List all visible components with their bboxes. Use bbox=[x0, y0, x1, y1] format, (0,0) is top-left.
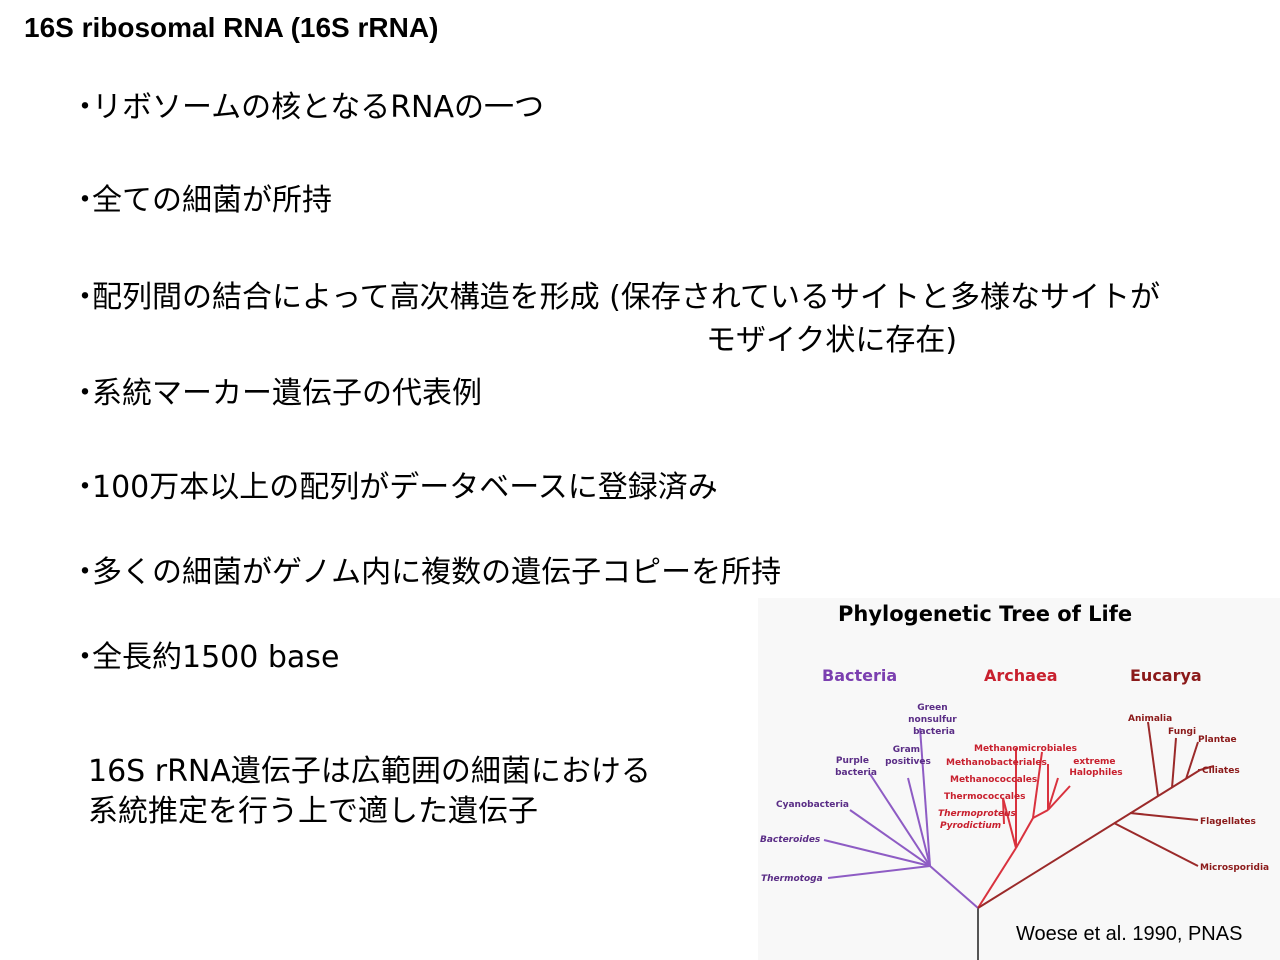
bullet-dot: ・ bbox=[70, 470, 100, 505]
taxon-label: Gram positives bbox=[885, 745, 931, 767]
taxon-label: Thermotoga bbox=[761, 874, 823, 884]
bullet-dot: ・ bbox=[70, 376, 100, 411]
bullet-item: ・全長約1500 base bbox=[70, 638, 339, 678]
taxon-label: Methanomicrobiales bbox=[974, 744, 1077, 754]
taxon-line: Purple bbox=[836, 756, 869, 766]
slide-title: 16S ribosomal RNA (16S rRNA) bbox=[24, 12, 439, 43]
bullet-item: ・全ての細菌が所持 bbox=[70, 181, 332, 221]
taxon-label: Ciliates bbox=[1202, 766, 1240, 776]
taxon-label: Fungi bbox=[1168, 727, 1196, 737]
conclusion-line: 16S rRNA遺伝子は広範囲の細菌における bbox=[88, 754, 651, 789]
taxon-label: Bacteroides bbox=[760, 835, 821, 845]
bullet-dot: ・ bbox=[70, 90, 100, 125]
taxon-label: Methanobacteriales bbox=[946, 758, 1047, 768]
taxon-label: Cyanobacteria bbox=[776, 800, 849, 810]
taxon-line: nonsulfur bbox=[908, 715, 957, 725]
bullet-continuation: モザイク状に存在) bbox=[706, 323, 958, 358]
bullet-text: 100万本以上の配列がデータベースに登録済み bbox=[92, 470, 718, 505]
bullet-dot: ・ bbox=[70, 280, 100, 315]
taxon-label: extreme Halophiles bbox=[1069, 757, 1122, 778]
bullet-text: 多くの細菌がゲノム内に複数の遺伝子コピーを所持 bbox=[92, 555, 782, 590]
bullet-item: ・100万本以上の配列がデータベースに登録済み bbox=[70, 468, 718, 508]
conclusion-line: 系統推定を行う上で適した遺伝子 bbox=[88, 794, 538, 829]
bullet-dot: ・ bbox=[70, 640, 100, 675]
bullet-item: ・多くの細菌がゲノム内に複数の遺伝子コピーを所持 bbox=[70, 553, 781, 593]
taxon-label: Thermococcales bbox=[944, 792, 1025, 802]
taxon-line: bacteria bbox=[835, 768, 877, 778]
citation: Woese et al. 1990, PNAS bbox=[1016, 923, 1243, 945]
bullet-dot: ・ bbox=[70, 183, 100, 218]
bullet-item: ・配列間の結合によって高次構造を形成 (保存されているサイトと多様なサイトが bbox=[70, 278, 1160, 318]
taxon-line: Gram bbox=[893, 745, 920, 755]
taxon-line: bacteria bbox=[913, 727, 955, 737]
taxon-label: Green nonsulfur bacteria bbox=[908, 703, 960, 737]
tree-diagram: Green nonsulfur bacteria Gram positives … bbox=[760, 703, 1269, 960]
taxon-line: positives bbox=[885, 757, 931, 767]
bullet-text: 全長約1500 base bbox=[92, 640, 340, 675]
bullet-item: ・系統マーカー遺伝子の代表例 bbox=[70, 374, 482, 414]
taxon-line: Halophiles bbox=[1069, 768, 1122, 778]
taxon-label: Animalia bbox=[1128, 714, 1172, 724]
bullet-item: ・リボソームの核となるRNAの一つ bbox=[70, 88, 544, 128]
taxon-label: Microsporidia bbox=[1200, 863, 1269, 873]
bullet-text: 配列間の結合によって高次構造を形成 (保存されているサイトと多様なサイトが bbox=[92, 280, 1160, 315]
taxon-line: Green bbox=[917, 703, 947, 713]
taxon-label: Thermoproteus bbox=[938, 809, 1017, 819]
taxon-label: Flagellates bbox=[1200, 817, 1256, 827]
bullet-text: 全ての細菌が所持 bbox=[92, 183, 332, 218]
taxon-label: Pyrodictium bbox=[940, 821, 1001, 831]
taxon-label: Methanococcales bbox=[950, 775, 1037, 785]
taxon-label: Purple bacteria bbox=[835, 756, 877, 778]
conclusion-text: 16S rRNA遺伝子は広範囲の細菌における 系統推定を行う上で適した遺伝子 bbox=[88, 752, 651, 832]
bullet-dot: ・ bbox=[70, 555, 100, 590]
taxon-line: extreme bbox=[1073, 757, 1115, 767]
bullet-text: 系統マーカー遺伝子の代表例 bbox=[92, 376, 482, 411]
phylogenetic-tree-figure: Phylogenetic Tree of Life Bacteria Archa… bbox=[758, 598, 1280, 960]
bullet-text: リボソームの核となるRNAの一つ bbox=[92, 90, 545, 125]
taxon-label: Plantae bbox=[1198, 735, 1237, 745]
